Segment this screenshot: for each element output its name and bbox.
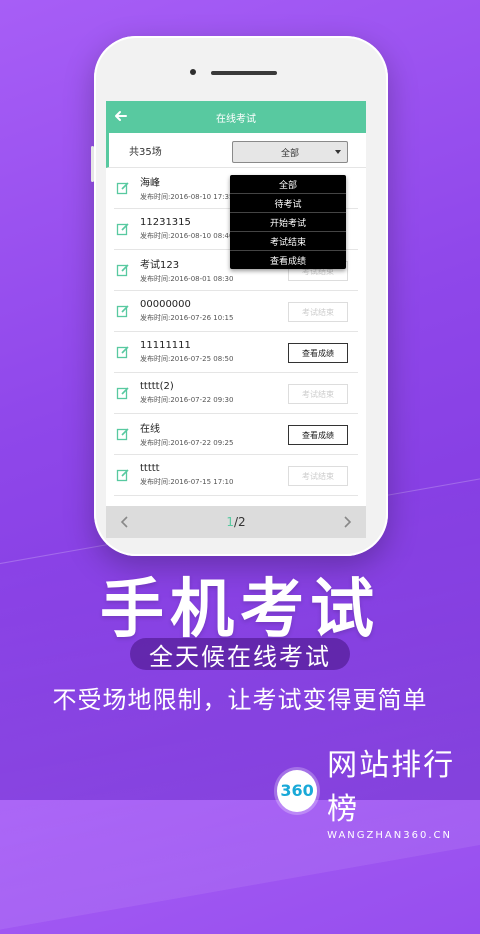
edit-icon	[116, 264, 129, 277]
brand-logo: 360 网站排行榜 WANGZHAN360.CN	[277, 740, 480, 841]
edit-icon	[116, 346, 129, 359]
page-title: 在线考试	[216, 113, 256, 125]
phone-camera	[190, 69, 196, 75]
edit-icon	[116, 305, 129, 318]
edit-icon	[116, 387, 129, 400]
exam-time: 发布时间:2016-08-10 17:35	[140, 193, 234, 201]
logo-badge: 360	[277, 769, 318, 812]
view-score-button[interactable]: 查看成绩	[288, 343, 348, 363]
current-page: 1	[226, 515, 234, 529]
exam-time: 发布时间:2016-07-26 10:15	[140, 314, 234, 322]
exam-name: ttttt(2)	[140, 381, 174, 392]
filter-dropdown: 全部 待考试 开始考试 考试结束 查看成绩	[230, 175, 346, 269]
exam-time: 发布时间:2016-07-22 09:25	[140, 439, 234, 447]
phone-speaker	[211, 71, 277, 75]
exam-time: 发布时间:2016-08-10 08:40	[140, 232, 234, 240]
logo-text: 360	[280, 781, 314, 800]
exam-row[interactable]: 11111111 发布时间:2016-07-25 08:50 查看成绩	[114, 332, 358, 373]
dropdown-option[interactable]: 考试结束	[230, 232, 346, 251]
pagination: 1 /2	[106, 506, 366, 538]
filter-selected-value: 全部	[280, 148, 299, 159]
exam-ended-button: 考试结束	[288, 466, 348, 486]
exam-name: 在线	[140, 424, 160, 435]
brand-name: 网站排行榜	[327, 748, 456, 827]
view-score-button[interactable]: 查看成绩	[288, 425, 348, 445]
edit-icon	[116, 223, 129, 236]
phone-screen: 在线考试 共35场 全部 全部 待考试 开始考试 考试结束 查看成绩 海峰 发布…	[106, 101, 366, 538]
dropdown-option[interactable]: 查看成绩	[230, 251, 346, 269]
dropdown-option[interactable]: 待考试	[230, 194, 346, 213]
exam-time: 发布时间:2016-07-25 08:50	[140, 355, 234, 363]
exam-row[interactable]: ttttt(2) 发布时间:2016-07-22 09:30 考试结束	[114, 373, 358, 414]
edit-icon	[116, 428, 129, 441]
edit-icon	[116, 469, 129, 482]
exam-name: 00000000	[140, 299, 191, 310]
exam-ended-button: 考试结束	[288, 384, 348, 404]
total-pages: /2	[233, 515, 246, 529]
brand-subtitle: WANGZHAN360.CN	[327, 830, 452, 841]
exam-name: 考试123	[140, 260, 180, 271]
chevron-right-icon[interactable]	[340, 515, 354, 529]
promo-tagline: 不受场地限制，让考试变得更简单	[52, 686, 428, 714]
exam-row[interactable]: 00000000 发布时间:2016-07-26 10:15 考试结束	[114, 291, 358, 332]
dropdown-option[interactable]: 开始考试	[230, 213, 346, 232]
exam-count: 共35场	[129, 146, 162, 158]
exam-time: 发布时间:2016-07-22 09:30	[140, 396, 234, 404]
exam-name: 11111111	[140, 340, 191, 351]
exam-name: 11231315	[140, 217, 191, 228]
exam-row[interactable]: 在线 发布时间:2016-07-22 09:25 查看成绩	[114, 414, 358, 455]
promo-pill: 全天候在线考试	[130, 638, 350, 671]
phone-frame: 在线考试 共35场 全部 全部 待考试 开始考试 考试结束 查看成绩 海峰 发布…	[91, 36, 388, 556]
exam-row[interactable]: ttttt 发布时间:2016-07-15 17:10 考试结束	[114, 455, 358, 496]
exam-time: 发布时间:2016-07-15 17:10	[140, 478, 234, 486]
exam-ended-button: 考试结束	[288, 302, 348, 322]
chevron-down-icon	[335, 150, 341, 154]
app-header: 在线考试	[106, 101, 366, 133]
dropdown-option[interactable]: 全部	[230, 175, 346, 194]
edit-icon	[116, 182, 129, 195]
exam-name: 海峰	[140, 178, 160, 189]
back-arrow-icon[interactable]	[114, 109, 128, 123]
filter-row: 共35场 全部	[106, 133, 366, 168]
exam-name: ttttt	[140, 463, 160, 474]
exam-time: 发布时间:2016-08-01 08:30	[140, 275, 234, 283]
filter-select[interactable]: 全部	[232, 141, 348, 163]
chevron-left-icon[interactable]	[118, 515, 132, 529]
